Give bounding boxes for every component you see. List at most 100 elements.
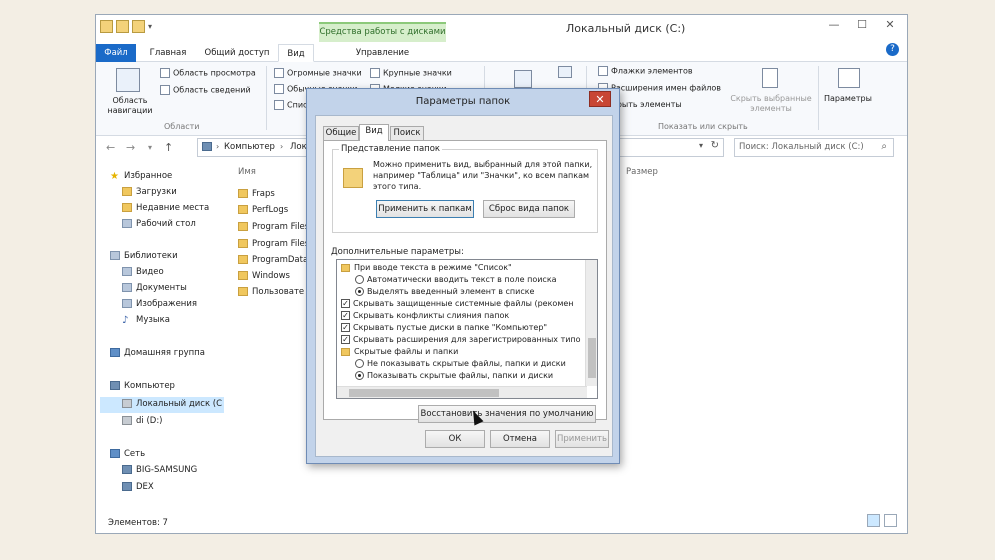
file-name: Пользовате xyxy=(252,287,305,297)
apply-button[interactable]: Применить xyxy=(555,430,609,448)
layout-huge-icons[interactable]: Огромные значки xyxy=(274,68,362,78)
navigation-pane-button[interactable]: Область навигации xyxy=(104,96,156,116)
item-checkboxes-label: Флажки элементов xyxy=(611,66,693,76)
nav-computer[interactable]: Компьютер xyxy=(110,381,175,391)
back-icon[interactable]: ← xyxy=(106,141,115,154)
nav-item-pictures[interactable]: Изображения xyxy=(122,299,197,309)
cancel-button[interactable]: Отмена xyxy=(490,430,550,448)
downloads-icon xyxy=(122,187,132,196)
properties-icon[interactable] xyxy=(116,20,129,33)
nav-item-drive-c[interactable]: Локальный диск (C xyxy=(122,399,222,409)
hidden-items-label[interactable]: крыть элементы xyxy=(612,100,682,109)
tab-view-options[interactable]: Вид xyxy=(359,124,389,141)
nav-libraries[interactable]: Библиотеки xyxy=(110,251,178,261)
ok-button[interactable]: ОК xyxy=(425,430,485,448)
nav-item-video[interactable]: Видео xyxy=(122,267,164,277)
folder-icon[interactable] xyxy=(100,20,113,33)
tab-share[interactable]: Общий доступ xyxy=(200,44,274,62)
tree-option-hide-merge[interactable]: ✓ Скрывать конфликты слияния папок xyxy=(341,311,509,320)
checkbox-checked-icon: ✓ xyxy=(341,323,350,332)
nav-item-drive-d[interactable]: di (D:) xyxy=(122,416,163,426)
dialog-close-button[interactable]: ✕ xyxy=(589,91,611,107)
list-item[interactable]: Program Files xyxy=(238,239,309,249)
nav-homegroup[interactable]: Домашняя группа xyxy=(110,348,205,358)
star-icon: ★ xyxy=(110,171,119,182)
restore-defaults-button[interactable]: Восстановить значения по умолчанию xyxy=(418,405,596,423)
nav-item-downloads[interactable]: Загрузки xyxy=(122,187,177,197)
tree-option-auto-search[interactable]: Автоматически вводить текст в поле поиск… xyxy=(355,275,557,284)
minimize-button[interactable]: — xyxy=(821,17,847,33)
radio-icon xyxy=(355,359,364,368)
vertical-scrollbar[interactable] xyxy=(585,260,597,386)
chevron-down-icon[interactable]: ▾ xyxy=(148,22,152,31)
checkbox-checked-icon: ✓ xyxy=(341,299,350,308)
network-icon xyxy=(110,449,120,458)
list-item[interactable]: Пользовате xyxy=(238,287,304,297)
tab-manage[interactable]: Управление xyxy=(319,44,446,62)
details-pane-icon xyxy=(160,85,170,95)
ribbon-separator xyxy=(818,66,819,130)
tab-file[interactable]: Файл xyxy=(96,44,136,62)
column-header-size[interactable]: Размер xyxy=(626,167,658,177)
recent-dropdown-icon[interactable]: ▾ xyxy=(148,143,152,152)
apply-to-folders-button[interactable]: Применить к папкам xyxy=(376,200,474,218)
tree-option-dont-show-hidden[interactable]: Не показывать скрытые файлы, папки и дис… xyxy=(355,359,566,368)
large-icons-view-icon[interactable] xyxy=(884,514,897,527)
tab-home[interactable]: Главная xyxy=(140,44,196,62)
nav-item-documents[interactable]: Документы xyxy=(122,283,187,293)
forward-icon[interactable]: → xyxy=(126,141,135,154)
list-item[interactable]: ProgramData xyxy=(238,255,308,265)
breadcrumb-computer[interactable]: Компьютер xyxy=(224,142,275,152)
hide-selected-button[interactable]: Скрыть выбранные элементы xyxy=(728,94,814,114)
sort-icon[interactable] xyxy=(514,70,532,88)
group-by-icon[interactable] xyxy=(558,66,572,78)
tab-view[interactable]: Вид xyxy=(278,44,314,62)
scrollbar-thumb[interactable] xyxy=(588,338,596,378)
details-pane-button[interactable]: Область сведений xyxy=(160,85,251,95)
close-button[interactable]: ✕ xyxy=(877,17,903,33)
nav-network-label: Сеть xyxy=(124,449,146,459)
horizontal-scrollbar[interactable] xyxy=(337,386,587,398)
nav-item-big-samsung[interactable]: BIG-SAMSUNG xyxy=(122,465,197,475)
tree-item-label: Не показывать скрытые файлы, папки и дис… xyxy=(367,359,566,368)
tab-search[interactable]: Поиск xyxy=(390,126,424,140)
nav-item-dex[interactable]: DEX xyxy=(122,482,154,492)
column-header-name[interactable]: Имя xyxy=(238,167,256,177)
up-icon[interactable]: ↑ xyxy=(164,141,173,154)
nav-item-recent[interactable]: Недавние места xyxy=(122,203,209,213)
layout-large-icons[interactable]: Крупные значки xyxy=(370,68,452,78)
tree-option-show-hidden[interactable]: Показывать скрытые файлы, папки и диски xyxy=(355,371,553,380)
tree-option-hide-system[interactable]: ✓ Скрывать защищенные системные файлы (ре… xyxy=(341,299,574,308)
nav-item-label: Изображения xyxy=(136,299,198,309)
layout-list[interactable]: Спис xyxy=(274,100,307,110)
reset-folders-button[interactable]: Сброс вида папок xyxy=(483,200,575,218)
nav-homegroup-label: Домашняя группа xyxy=(124,348,205,358)
preview-pane-button[interactable]: Область просмотра xyxy=(160,68,256,78)
advanced-settings-label: Дополнительные параметры: xyxy=(331,247,464,257)
nav-item-music[interactable]: ♪ Музыка xyxy=(122,315,170,326)
nav-network[interactable]: Сеть xyxy=(110,449,145,459)
advanced-settings-tree[interactable]: При вводе текста в режиме "Список" Автом… xyxy=(336,259,598,399)
nav-item-desktop[interactable]: Рабочий стол xyxy=(122,219,196,229)
maximize-button[interactable]: ☐ xyxy=(849,17,875,33)
options-button[interactable]: Параметры xyxy=(824,94,872,103)
item-checkboxes-toggle[interactable]: Флажки элементов xyxy=(598,66,693,76)
chevron-down-icon[interactable]: ▾ xyxy=(699,141,703,150)
help-icon[interactable]: ? xyxy=(886,43,899,56)
nav-favorites-label: Избранное xyxy=(124,171,173,181)
details-view-icon[interactable] xyxy=(867,514,880,527)
tab-general[interactable]: Общие xyxy=(323,126,359,140)
window-title: Локальный диск (C:) xyxy=(566,22,686,35)
nav-favorites[interactable]: ★ Избранное xyxy=(110,171,173,182)
tree-option-select-item[interactable]: Выделять введенный элемент в списке xyxy=(355,287,534,296)
list-item[interactable]: Fraps xyxy=(238,189,275,199)
list-item[interactable]: Program Files xyxy=(238,222,309,232)
tree-option-hide-extensions[interactable]: ✓ Скрывать расширения для зарегистрирован… xyxy=(341,335,581,344)
refresh-icon[interactable]: ↻ xyxy=(711,140,719,151)
tree-option-hide-empty-drives[interactable]: ✓ Скрывать пустые диски в папке "Компьюте… xyxy=(341,323,547,332)
list-item[interactable]: PerfLogs xyxy=(238,205,288,215)
new-folder-icon[interactable] xyxy=(132,20,145,33)
scrollbar-thumb[interactable] xyxy=(349,389,499,397)
list-item[interactable]: Windows xyxy=(238,271,290,281)
search-input[interactable]: Поиск: Локальный диск (C:) xyxy=(734,138,894,157)
